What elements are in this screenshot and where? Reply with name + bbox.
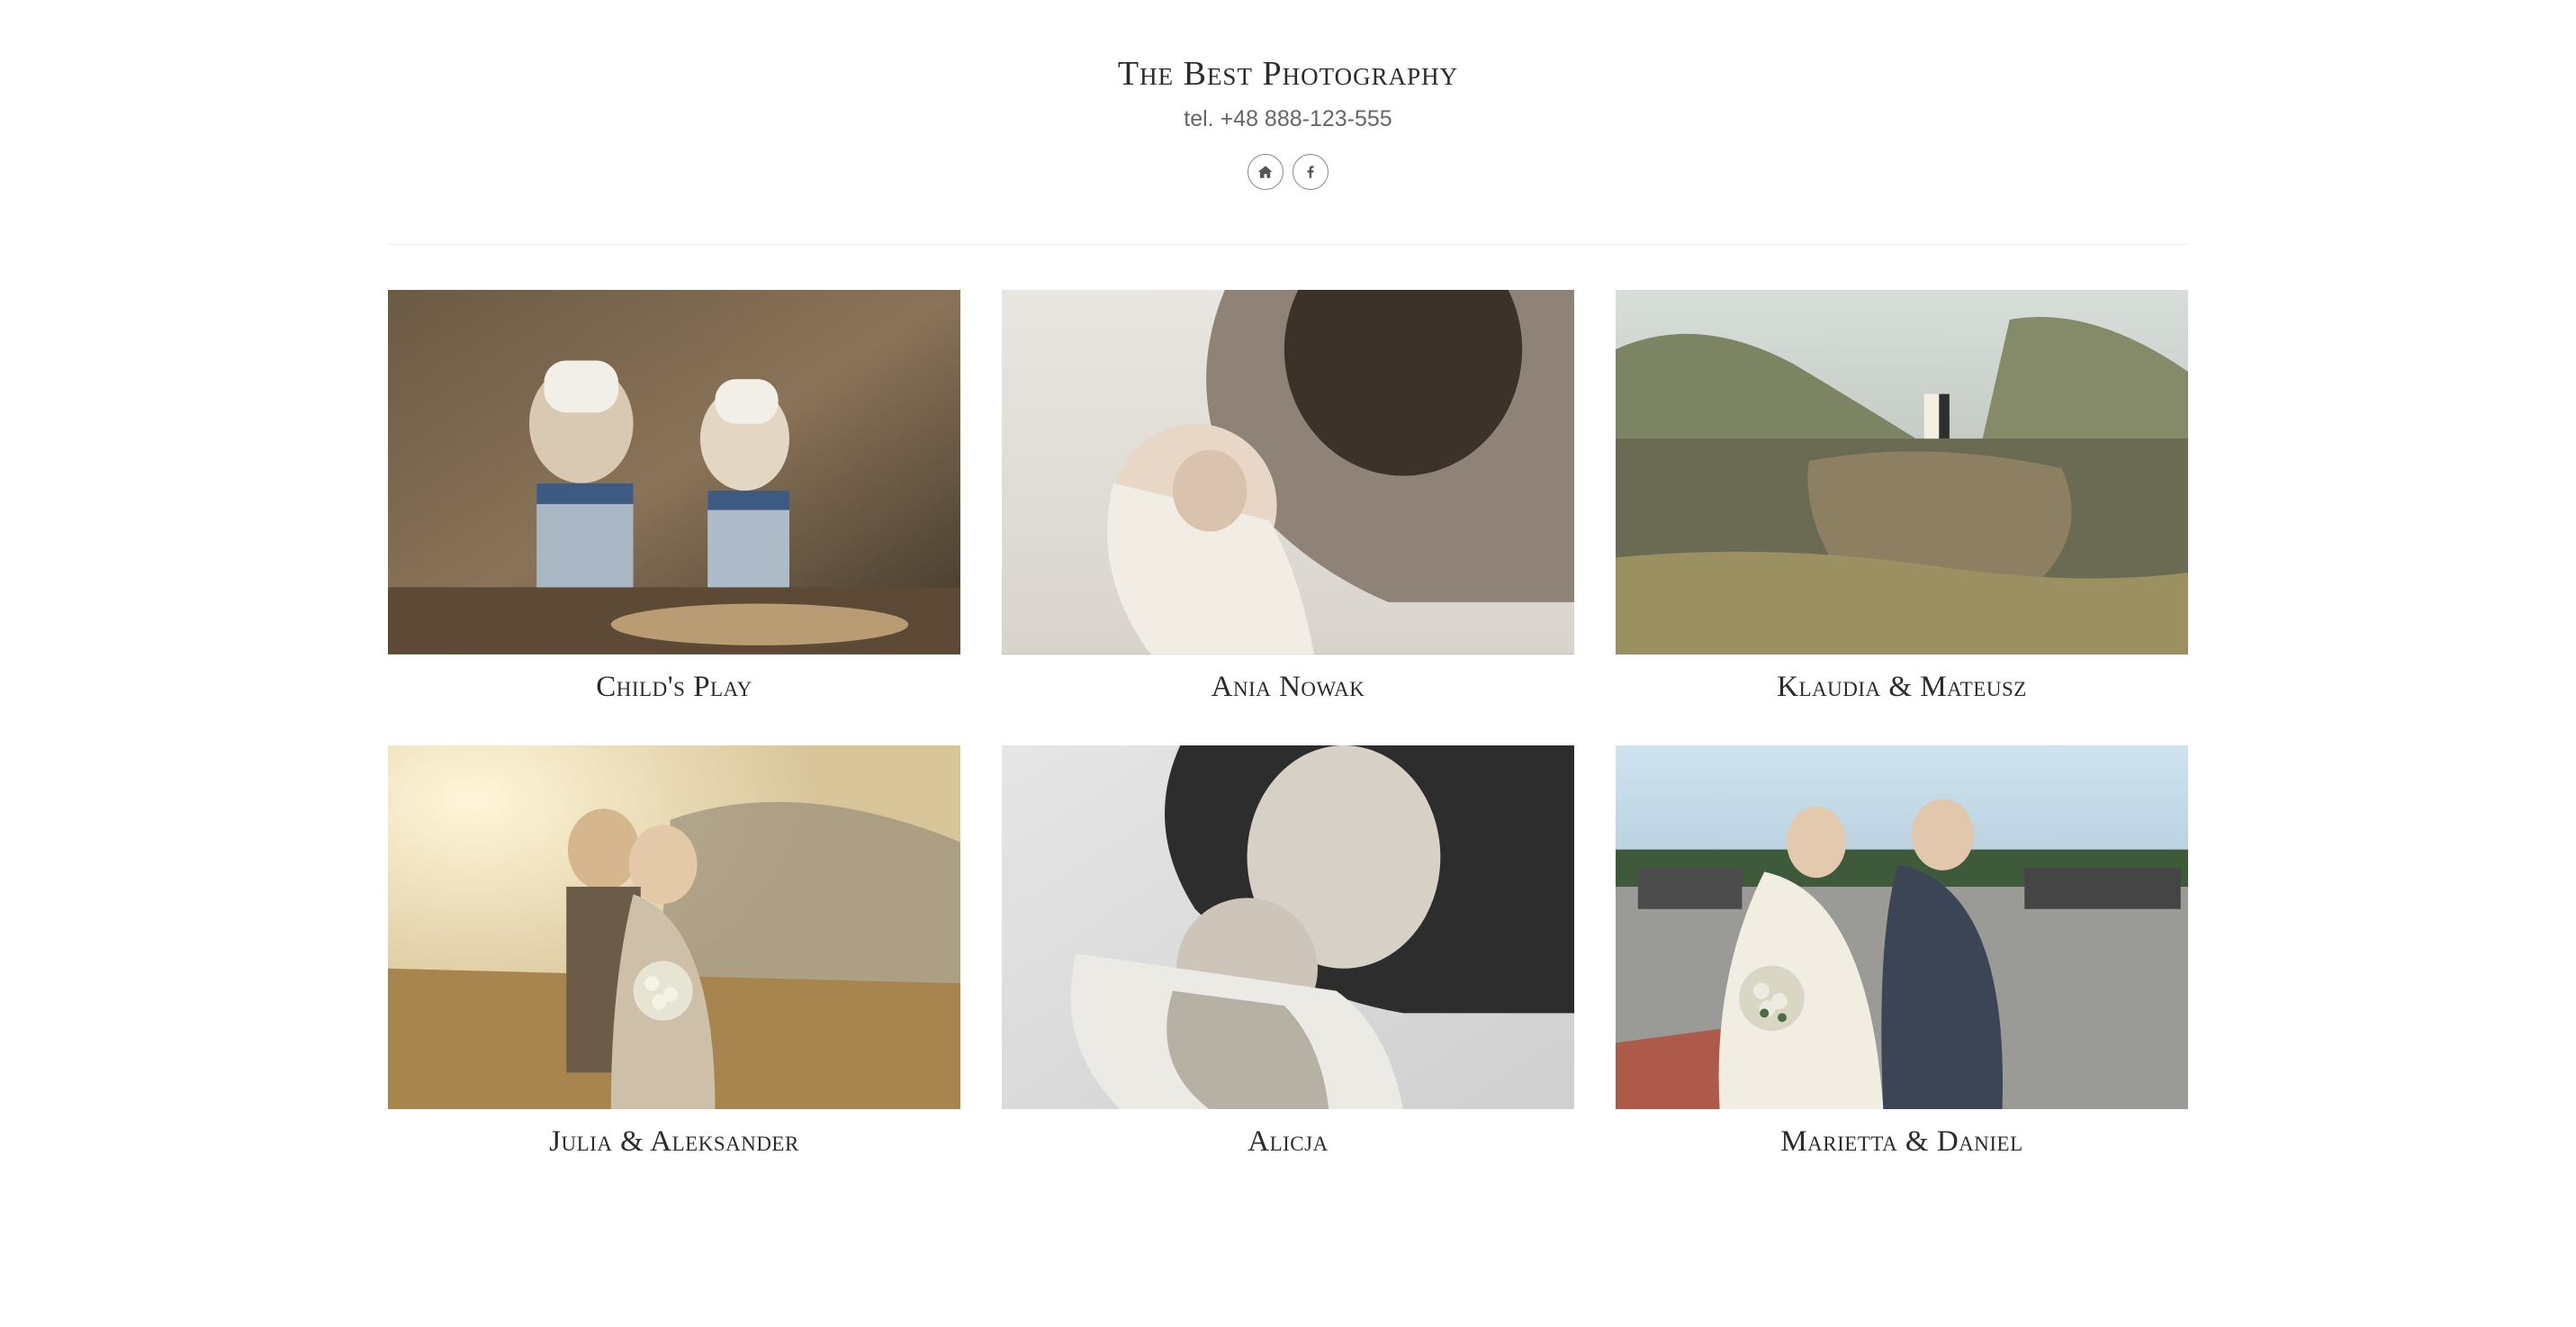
page-container: The Best Photography tel. +48 888-123-55… [136, 0, 2440, 1195]
gallery-item-childs-play[interactable]: Child's Play [388, 290, 960, 704]
social-icons-row [388, 154, 2188, 190]
gallery-item-julia-aleksander[interactable]: Julia & Aleksander [388, 745, 960, 1160]
site-header: The Best Photography tel. +48 888-123-55… [388, 54, 2188, 245]
gallery-caption: Marietta & Daniel [1616, 1125, 2188, 1159]
gallery-image [1616, 745, 2188, 1110]
gallery-caption: Ania Nowak [1002, 671, 1574, 704]
gallery-item-alicja[interactable]: Alicja [1002, 745, 1574, 1160]
gallery-image [388, 290, 960, 654]
gallery-caption: Child's Play [388, 671, 960, 704]
gallery-image [1002, 290, 1574, 654]
gallery-grid: Child's Play [388, 290, 2188, 1159]
site-title: The Best Photography [388, 54, 2188, 94]
gallery-caption: Alicja [1002, 1125, 1574, 1159]
gallery-image [1002, 745, 1574, 1110]
gallery-image [1616, 290, 2188, 654]
facebook-icon[interactable] [1293, 154, 1329, 190]
gallery-image [388, 745, 960, 1110]
gallery-caption: Klaudia & Mateusz [1616, 671, 2188, 704]
gallery-caption: Julia & Aleksander [388, 1125, 960, 1159]
gallery-item-klaudia-mateusz[interactable]: Klaudia & Mateusz [1616, 290, 2188, 704]
phone-number: tel. +48 888-123-555 [388, 106, 2188, 132]
gallery-item-marietta-daniel[interactable]: Marietta & Daniel [1616, 745, 2188, 1160]
home-icon[interactable] [1247, 154, 1283, 190]
gallery-item-ania-nowak[interactable]: Ania Nowak [1002, 290, 1574, 704]
